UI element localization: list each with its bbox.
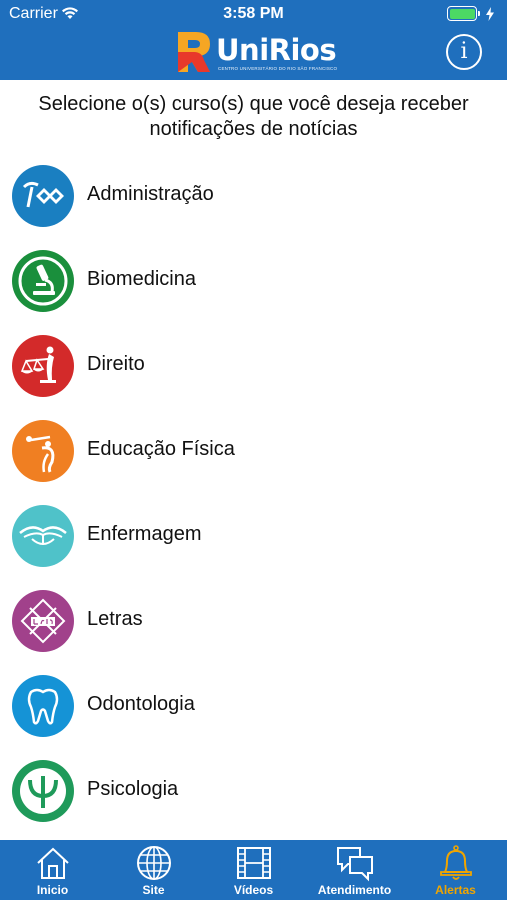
course-label: Odontologia xyxy=(87,693,195,715)
unirios-logo: UniRios CENTRO UNIVERSITÁRIO DO RIO SÃO … xyxy=(176,30,338,76)
course-item-psicologia[interactable]: Psicologia xyxy=(0,748,507,833)
tab-label: Inicio xyxy=(36,883,69,897)
scales-of-justice-icon xyxy=(12,335,74,397)
course-item-educacao-fisica[interactable]: Educação Física xyxy=(0,408,507,493)
tab-label: Site xyxy=(142,883,165,897)
globe-icon xyxy=(137,846,171,880)
course-label: Letras xyxy=(87,608,143,630)
logo-mark-icon xyxy=(178,32,210,72)
tab-label: Atendimento xyxy=(317,883,392,897)
course-item-letras[interactable]: Letras xyxy=(0,578,507,663)
info-button[interactable]: i xyxy=(446,34,482,70)
app-header: Carrier 3:58 PM UniRios CENTRO UNIVERSIT… xyxy=(0,0,507,80)
info-icon: i xyxy=(460,39,468,64)
letras-icon xyxy=(12,590,74,652)
tab-alertas[interactable]: Alertas xyxy=(405,840,506,900)
battery-icon xyxy=(447,6,499,22)
tab-label: Vídeos xyxy=(233,883,274,897)
course-item-direito[interactable]: Direito xyxy=(0,323,507,408)
chat-icon xyxy=(337,847,373,882)
brand-name: UniRios xyxy=(216,33,337,67)
course-label: Administração xyxy=(87,183,214,205)
home-icon xyxy=(37,847,69,879)
psi-icon xyxy=(12,760,74,822)
tab-videos[interactable]: Vídeos xyxy=(203,840,304,900)
athlete-icon xyxy=(12,420,74,482)
course-item-enfermagem[interactable]: Enfermagem xyxy=(0,493,507,578)
tab-label: Alertas xyxy=(435,883,476,897)
course-label: Enfermagem xyxy=(87,523,202,545)
tab-atendimento[interactable]: Atendimento xyxy=(304,840,405,900)
course-label: Psicologia xyxy=(87,778,179,800)
administracao-icon xyxy=(12,165,74,227)
tab-site[interactable]: Site xyxy=(103,840,204,900)
course-label: Biomedicina xyxy=(87,268,196,290)
course-item-odontologia[interactable]: Odontologia xyxy=(0,663,507,748)
tab-inicio[interactable]: Inicio xyxy=(2,840,103,900)
microscope-icon xyxy=(12,250,74,312)
tab-bar: Inicio Site Vídeos Atendimento Alertas xyxy=(0,840,507,900)
course-label: Educação Física xyxy=(87,438,235,460)
course-item-biomedicina[interactable]: Biomedicina xyxy=(0,238,507,323)
nursing-icon xyxy=(12,505,74,567)
status-time: 3:58 PM xyxy=(223,5,284,22)
status-bar: Carrier 3:58 PM xyxy=(0,0,507,28)
course-label: Direito xyxy=(87,353,145,375)
tooth-icon xyxy=(12,675,74,737)
bell-icon xyxy=(440,845,472,880)
course-item-administracao[interactable]: Administração xyxy=(0,153,507,238)
brand-subtitle: CENTRO UNIVERSITÁRIO DO RIO SÃO FRANCISC… xyxy=(218,66,338,71)
film-icon xyxy=(237,847,271,879)
instruction-text: Selecione o(s) curso(s) que você deseja … xyxy=(38,93,469,140)
charging-icon xyxy=(486,7,494,21)
